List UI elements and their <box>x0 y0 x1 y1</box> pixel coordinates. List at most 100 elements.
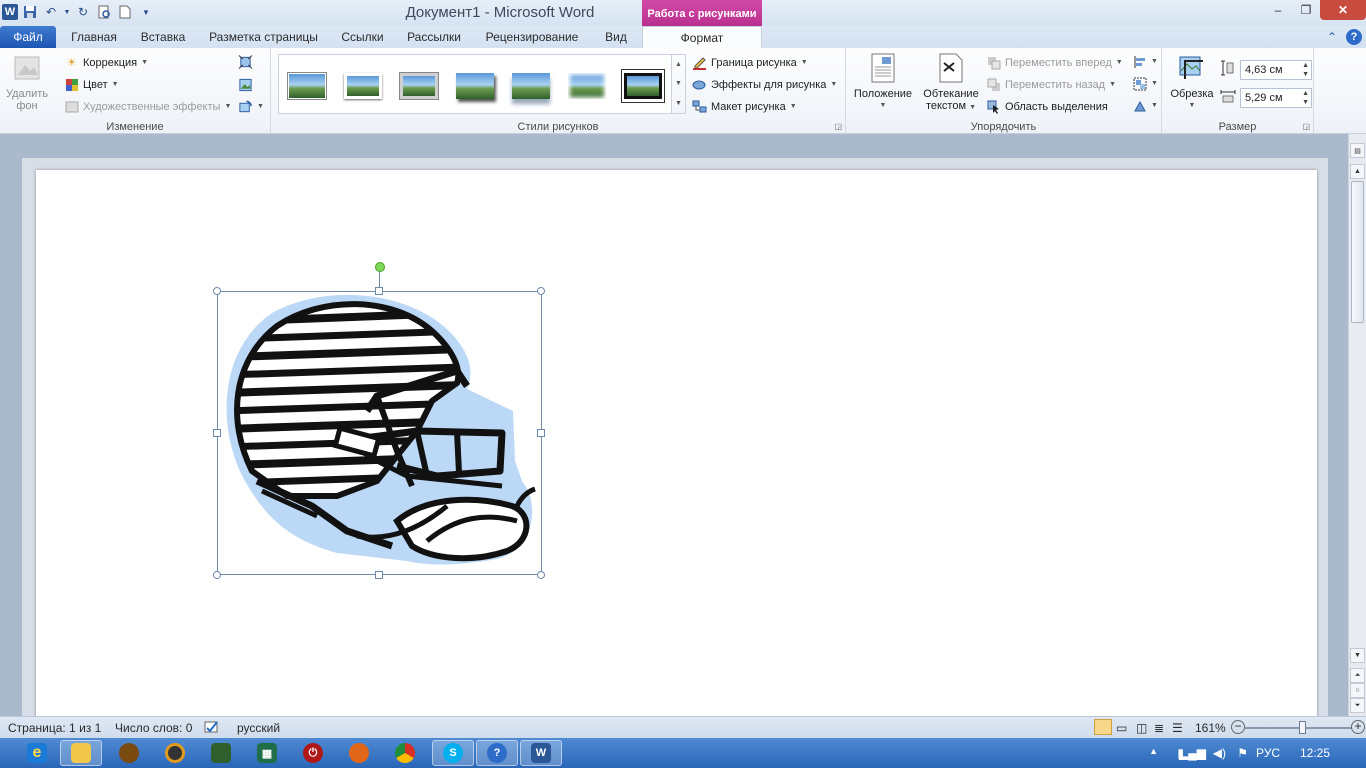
help-icon[interactable]: ? <box>1346 29 1362 45</box>
picture-style-thick-black-frame[interactable] <box>621 69 665 103</box>
minimize-button[interactable]: – <box>1264 0 1292 20</box>
height-input[interactable]: 4,63 см ▲ ▼ <box>1240 60 1312 80</box>
sun-icon: ☀ <box>66 57 77 69</box>
zoom-out-button[interactable]: − <box>1231 720 1245 734</box>
app-taskbar-button-3[interactable] <box>200 740 242 766</box>
language-indicator[interactable]: русский <box>237 721 280 735</box>
scroll-thumb[interactable] <box>1351 181 1364 323</box>
internet-explorer-taskbar-button[interactable]: e <box>16 740 58 766</box>
remove-background-button[interactable]: Удалить фон <box>2 52 52 112</box>
picture-style-white-frame[interactable] <box>341 69 385 103</box>
artistic-effects-button[interactable]: Художественные эффекты ▼ <box>64 99 231 114</box>
volume-icon[interactable]: ◀) <box>1213 746 1226 760</box>
tab-insert[interactable]: Вставка <box>130 26 196 48</box>
maximize-button[interactable]: ❐ <box>1292 0 1320 20</box>
app-taskbar-button-2[interactable] <box>154 740 196 766</box>
explorer-taskbar-button[interactable] <box>60 740 102 766</box>
rotate-button[interactable]: ▼ <box>1132 98 1158 113</box>
chrome-taskbar-button[interactable] <box>384 740 426 766</box>
show-hidden-icons[interactable]: ▲ <box>1149 746 1158 756</box>
zoom-slider-knob[interactable] <box>1299 721 1306 734</box>
ruler-toggle-icon[interactable]: ▤ <box>1350 143 1365 158</box>
position-button[interactable]: Положение ▼ <box>850 52 916 112</box>
tab-mailings[interactable]: Рассылки <box>398 26 470 48</box>
scroll-down-icon[interactable]: ▼ <box>675 80 682 87</box>
picture-style-metal-frame[interactable] <box>397 69 441 103</box>
selection-pane-button[interactable]: Область выделения <box>986 99 1108 114</box>
tab-page-layout[interactable]: Разметка страницы <box>200 26 327 48</box>
draft-view-icon[interactable]: ☰ <box>1172 721 1183 735</box>
resize-handle-top-right[interactable] <box>537 287 545 295</box>
resize-handle-bottom[interactable] <box>375 571 383 579</box>
tab-references[interactable]: Ссылки <box>330 26 395 48</box>
group-objects-button[interactable]: ▼ <box>1132 76 1158 91</box>
zoom-slider[interactable] <box>1245 727 1351 729</box>
zoom-level[interactable]: 161% <box>1195 721 1226 735</box>
previous-page-icon[interactable]: ⏶ <box>1350 668 1365 683</box>
scroll-down-arrow[interactable]: ▼ <box>1350 648 1365 663</box>
resize-handle-bottom-left[interactable] <box>213 571 221 579</box>
compress-pictures-button[interactable] <box>238 54 253 69</box>
skype-taskbar-button[interactable]: S <box>432 740 474 766</box>
full-screen-view-icon[interactable]: ▭ <box>1116 721 1127 735</box>
picture-effects-button[interactable]: Эффекты для рисунка ▼ <box>692 77 837 92</box>
word-count[interactable]: Число слов: 0 <box>115 721 192 735</box>
select-browse-object-icon[interactable]: ○ <box>1350 683 1365 698</box>
change-picture-button[interactable] <box>238 77 253 92</box>
clock[interactable]: 12:25 <box>1300 746 1330 760</box>
picture-style-reflected[interactable] <box>509 69 553 103</box>
app-taskbar-button-4[interactable]: ▦ <box>246 740 288 766</box>
tab-review[interactable]: Рецензирование <box>474 26 590 48</box>
picture-style-soft-edge[interactable] <box>565 69 609 103</box>
scroll-up-arrow[interactable]: ▲ <box>1350 164 1365 179</box>
height-spinner[interactable]: ▲ ▼ <box>1302 61 1309 79</box>
width-spinner[interactable]: ▲ ▼ <box>1302 89 1309 107</box>
wrap-text-button[interactable]: Обтекание текстом ▼ <box>918 52 984 114</box>
resize-handle-bottom-right[interactable] <box>537 571 545 579</box>
resize-handle-right[interactable] <box>537 429 545 437</box>
outline-view-icon[interactable]: ≣ <box>1154 721 1164 735</box>
action-center-icon[interactable]: ⚑ <box>1237 746 1248 760</box>
bring-forward-button[interactable]: Переместить вперед ▼ <box>986 55 1123 70</box>
picture-selection-frame[interactable] <box>217 291 542 575</box>
tab-home[interactable]: Главная <box>60 26 128 48</box>
firefox-taskbar-button[interactable] <box>338 740 380 766</box>
help-taskbar-button[interactable]: ? <box>476 740 518 766</box>
align-button[interactable]: ▼ <box>1132 54 1158 69</box>
resize-handle-top-left[interactable] <box>213 287 221 295</box>
tab-view[interactable]: Вид <box>594 26 638 48</box>
width-input[interactable]: 5,29 см ▲ ▼ <box>1240 88 1312 108</box>
crop-button[interactable]: Обрезка ▼ <box>1166 52 1218 112</box>
web-layout-view-icon[interactable]: ◫ <box>1136 721 1147 735</box>
tab-format[interactable]: Формат <box>642 26 762 48</box>
resize-handle-left[interactable] <box>213 429 221 437</box>
reset-picture-button[interactable]: ▼ <box>238 99 264 114</box>
proofing-icon[interactable] <box>204 720 220 737</box>
size-dialog-launcher-icon[interactable]: ◲ <box>1302 122 1310 131</box>
print-layout-view-icon[interactable] <box>1094 719 1112 735</box>
picture-style-simple-frame[interactable] <box>285 69 329 103</box>
word-taskbar-button[interactable]: W <box>520 740 562 766</box>
minimize-ribbon-icon[interactable]: ⌃ <box>1324 29 1340 45</box>
dialog-launcher-icon[interactable]: ◲ <box>834 122 842 131</box>
next-page-icon[interactable]: ⏷ <box>1350 698 1365 713</box>
tab-file[interactable]: Файл <box>0 26 56 48</box>
app-taskbar-button-1[interactable] <box>108 740 150 766</box>
scroll-up-icon[interactable]: ▲ <box>675 61 682 68</box>
zoom-in-button[interactable]: + <box>1351 720 1365 734</box>
send-backward-button[interactable]: Переместить назад ▼ <box>986 77 1116 92</box>
input-language[interactable]: РУС <box>1256 746 1280 760</box>
resize-handle-top[interactable] <box>375 287 383 295</box>
close-button[interactable]: ✕ <box>1320 0 1366 20</box>
vertical-scrollbar[interactable]: ▤ ▲ ▼ ⏶ ○ ⏷ <box>1348 134 1366 716</box>
picture-style-drop-shadow[interactable] <box>453 69 497 103</box>
gallery-more-icon[interactable]: ▼ <box>675 100 682 107</box>
corrections-button[interactable]: ☀ Коррекция ▼ <box>64 55 148 70</box>
rotation-handle[interactable] <box>375 262 385 272</box>
app-taskbar-button-5[interactable]: ⏻ <box>292 740 334 766</box>
color-button[interactable]: Цвет ▼ <box>64 77 119 92</box>
picture-layout-button[interactable]: Макет рисунка ▼ <box>692 99 797 114</box>
picture-border-button[interactable]: Граница рисунка ▼ <box>692 55 808 70</box>
page-count[interactable]: Страница: 1 из 1 <box>8 721 101 735</box>
network-icon[interactable]: ▂▄▆ <box>1179 746 1206 760</box>
